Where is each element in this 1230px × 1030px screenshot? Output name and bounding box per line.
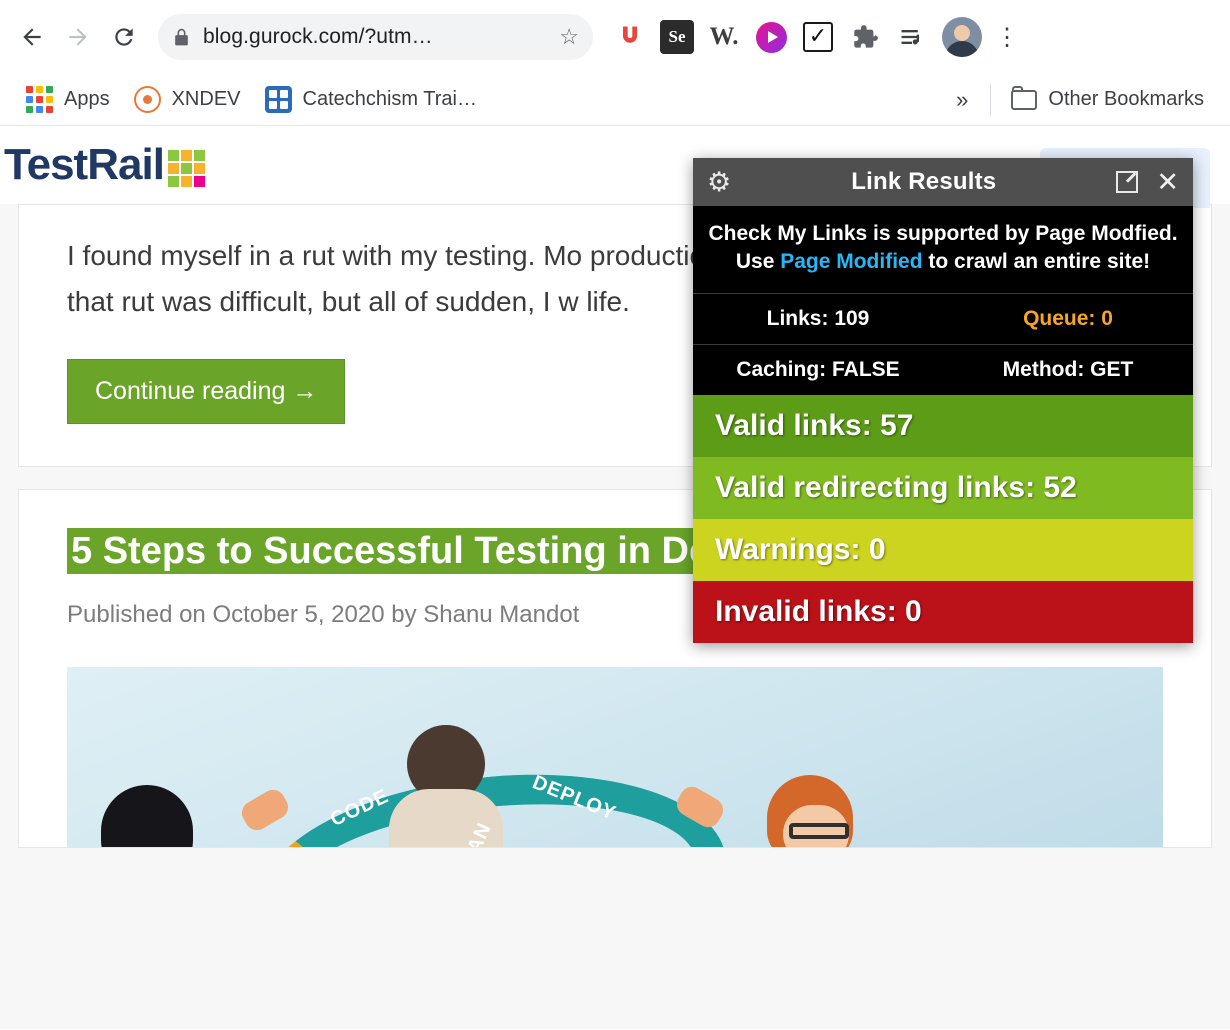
popup-banner-line2-pre: Use [735,250,781,274]
popup-banner-line1: Check My Links is supported by Page Modf… [708,222,1178,245]
queue-count: Queue: 0 [1023,306,1113,330]
continue-reading-button[interactable]: Continue reading → [67,359,346,425]
popup-stats-row-2: Caching: FALSE Method: GET [693,343,1193,395]
bookmark-label-other: Other Bookmarks [1048,88,1204,110]
reload-button[interactable] [104,17,144,57]
bookmark-item-xndev[interactable]: XNDEV [122,80,253,120]
playlist-glyph-icon [901,30,919,45]
testrail-logo[interactable]: TestRail [4,140,205,190]
page-modified-link[interactable]: Page Modified [780,250,922,273]
avatar-body [945,41,979,57]
puzzle-glyph-icon [853,24,878,48]
links-count: Links: 109 [766,306,870,330]
logo-text-test: Test [4,140,88,189]
testrail-blocks-icon [167,149,205,187]
check-my-links-extension-icon[interactable]: ✓ [801,20,835,54]
address-bar[interactable]: blog.gurock.com/?utm… ☆ [158,14,593,60]
reading-list-icon[interactable] [895,20,929,54]
popup-stats-row-1: Links: 109 Queue: 0 [693,292,1193,344]
popup-banner-line2-post: to crawl an entire site! [922,250,1151,274]
magnet-extension-icon[interactable] [613,20,647,54]
profile-avatar[interactable] [942,17,982,57]
illustration-glasses [789,823,849,840]
bookmark-star-icon[interactable]: ☆ [559,24,579,50]
valid-redirecting-links-stat[interactable]: Valid redirecting links: 52 [693,456,1193,519]
invalid-links-stat[interactable]: Invalid links: 0 [693,580,1193,643]
valid-links-stat[interactable]: Valid links: 57 [693,394,1193,457]
play-circle-icon [755,21,787,53]
popup-header-actions: ✕ [1116,168,1179,196]
extension-toolbar: Se W. ✓ ⋮ [613,17,1019,57]
illustration-person-left [101,785,193,848]
gear-icon[interactable]: ⚙ [707,168,731,196]
extensions-puzzle-icon[interactable] [848,20,882,54]
post-hero-image: CODE PLAN DEPLOY [67,667,1163,848]
browser-chrome: blog.gurock.com/?utm… ☆ Se W. ✓ ⋮ Apps X… [0,0,1230,126]
check-my-links-popup: ⚙ Link Results ✕ Check My Links is suppo… [693,158,1193,643]
arrow-right-icon [69,28,87,46]
selenium-label: Se [668,27,686,46]
popout-window-icon[interactable] [1116,171,1139,193]
wappalyzer-extension-icon[interactable]: W. [707,20,741,54]
bookmark-item-catechism[interactable]: Catechchism Trai… [253,80,490,120]
warnings-stat[interactable]: Warnings: 0 [693,518,1193,581]
bookmark-label-xndev: XNDEV [171,88,241,110]
popup-header: ⚙ Link Results ✕ [693,158,1193,206]
lock-icon [175,28,188,45]
folder-icon [1011,85,1038,110]
bookmark-label-apps: Apps [64,88,110,110]
back-button[interactable] [12,17,52,57]
close-icon[interactable]: ✕ [1156,168,1179,196]
browser-menu-button[interactable]: ⋮ [995,23,1019,52]
media-player-extension-icon[interactable] [754,20,788,54]
forward-button[interactable] [58,17,98,57]
bookmark-item-apps[interactable]: Apps [14,80,122,120]
reload-icon [115,28,133,46]
apps-grid-icon [26,86,53,113]
xndev-favicon [133,86,161,113]
wappalyzer-label: W. [709,23,739,50]
selenium-extension-icon[interactable]: Se [660,20,694,54]
magnet-glyph-icon [623,26,637,43]
bookmark-label-catechism: Catechchism Trai… [302,88,478,110]
catechism-favicon [264,86,292,113]
arrow-left-icon [23,28,41,46]
logo-text-rail: Rail [87,140,165,189]
checkmark-box-icon: ✓ [803,22,833,52]
bookmarks-overflow-button[interactable]: » [942,87,982,113]
browser-toolbar: blog.gurock.com/?utm… ☆ Se W. ✓ ⋮ [0,0,1230,74]
popup-banner: Check My Links is supported by Page Modf… [693,206,1193,293]
bookmark-item-other[interactable]: Other Bookmarks [999,80,1216,120]
popup-title: Link Results [851,168,997,195]
caching-status: Caching: FALSE [736,357,900,381]
avatar-head [954,25,970,41]
popup-banner-line2: Use Page Modified to crawl an entire sit… [705,248,1181,276]
page-content: TestRail I found myself in a rut with my… [0,126,1230,1029]
bookmarks-divider [990,83,992,116]
illustration-hand-left [237,785,293,835]
address-bar-text: blog.gurock.com/?utm… [203,25,433,48]
method-status: Method: GET [1002,357,1134,381]
bookmarks-bar: Apps XNDEV Catechchism Trai… » Other Boo… [0,74,1230,126]
